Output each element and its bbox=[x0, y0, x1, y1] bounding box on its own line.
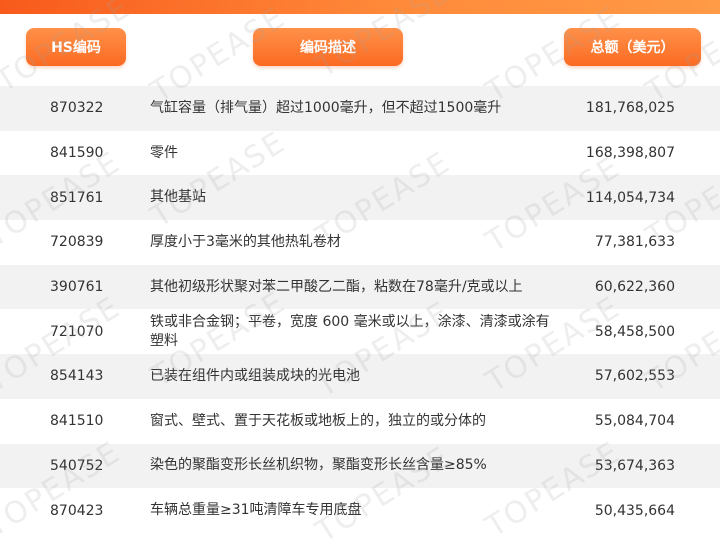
description-header[interactable]: 编码描述 bbox=[253, 28, 403, 66]
total-cell: 60,622,360 bbox=[594, 279, 675, 296]
table-row: 721070 铁或非合金钢；平卷，宽度 600 毫米或以上，涂漆、清漆或涂有塑料… bbox=[0, 309, 720, 354]
description-cell: 零件 bbox=[150, 144, 178, 161]
description-cell: 染色的聚酯变形长丝机织物，聚酯变形长丝含量≥85% bbox=[150, 457, 487, 474]
total-cell: 50,435,664 bbox=[594, 502, 675, 519]
hs-code-cell: 870322 bbox=[50, 100, 104, 117]
description-cell: 其他初级形状聚对苯二甲酸乙二酯，粘数在78毫升/克或以上 bbox=[150, 278, 523, 295]
description-cell: 气缸容量（排气量）超过1000毫升，但不超过1500毫升 bbox=[150, 99, 502, 116]
table-row: 854143 已装在组件内或组装成块的光电池 57,602,553 bbox=[0, 354, 720, 399]
total-cell: 57,602,553 bbox=[594, 368, 675, 385]
table-row: 841510 窗式、壁式、置于天花板或地板上的，独立的或分体的 55,084,7… bbox=[0, 399, 720, 444]
total-cell: 55,084,704 bbox=[594, 413, 675, 430]
hs-code-cell: 841590 bbox=[50, 145, 104, 162]
table-row: 540752 染色的聚酯变形长丝机织物，聚酯变形长丝含量≥85% 53,674,… bbox=[0, 443, 720, 489]
table-row: 870322 气缸容量（排气量）超过1000毫升，但不超过1500毫升 181,… bbox=[0, 86, 720, 131]
table-row: 841590 零件 168,398,807 bbox=[0, 131, 720, 176]
data-table: 870322 气缸容量（排气量）超过1000毫升，但不超过1500毫升 181,… bbox=[0, 86, 720, 533]
description-cell: 其他基站 bbox=[150, 189, 206, 206]
table-row: 851761 其他基站 114,054,734 bbox=[0, 175, 720, 221]
total-usd-header-label: 总额（美元） bbox=[590, 40, 675, 56]
hs-code-header[interactable]: HS编码 bbox=[26, 28, 126, 66]
hs-code-cell: 851761 bbox=[50, 189, 104, 206]
top-accent-bar bbox=[0, 0, 720, 14]
hs-code-cell: 540752 bbox=[50, 457, 104, 474]
total-cell: 181,768,025 bbox=[585, 100, 675, 117]
hs-code-cell: 721070 bbox=[50, 323, 104, 340]
total-cell: 77,381,633 bbox=[594, 234, 675, 251]
total-cell: 58,458,500 bbox=[594, 323, 675, 340]
description-cell: 厚度小于3毫米的其他热轧卷材 bbox=[150, 233, 341, 250]
table-row: 720839 厚度小于3毫米的其他热轧卷材 77,381,633 bbox=[0, 220, 720, 265]
hs-code-cell: 390761 bbox=[50, 279, 104, 296]
hs-code-cell: 854143 bbox=[50, 368, 104, 385]
total-usd-header[interactable]: 总额（美元） bbox=[564, 28, 701, 66]
total-cell: 114,054,734 bbox=[585, 189, 675, 206]
description-cell: 窗式、壁式、置于天花板或地板上的，独立的或分体的 bbox=[150, 412, 486, 429]
table-row: 390761 其他初级形状聚对苯二甲酸乙二酯，粘数在78毫升/克或以上 60,6… bbox=[0, 264, 720, 310]
description-cell: 已装在组件内或组装成块的光电池 bbox=[150, 367, 360, 384]
description-cell: 铁或非合金钢；平卷，宽度 600 毫米或以上，涂漆、清漆或涂有塑料 bbox=[150, 313, 550, 349]
hs-code-cell: 870423 bbox=[50, 502, 104, 519]
total-cell: 168,398,807 bbox=[585, 145, 675, 162]
hs-code-header-label: HS编码 bbox=[51, 40, 101, 56]
total-cell: 53,674,363 bbox=[594, 457, 675, 474]
description-cell: 车辆总重量≥31吨清障车专用底盘 bbox=[150, 502, 362, 519]
description-header-label: 编码描述 bbox=[300, 40, 356, 56]
hs-code-cell: 841510 bbox=[50, 413, 104, 430]
table-row: 870423 车辆总重量≥31吨清障车专用底盘 50,435,664 bbox=[0, 488, 720, 533]
hs-code-cell: 720839 bbox=[50, 234, 104, 251]
table-header: HS编码 编码描述 总额（美元） bbox=[0, 14, 720, 86]
